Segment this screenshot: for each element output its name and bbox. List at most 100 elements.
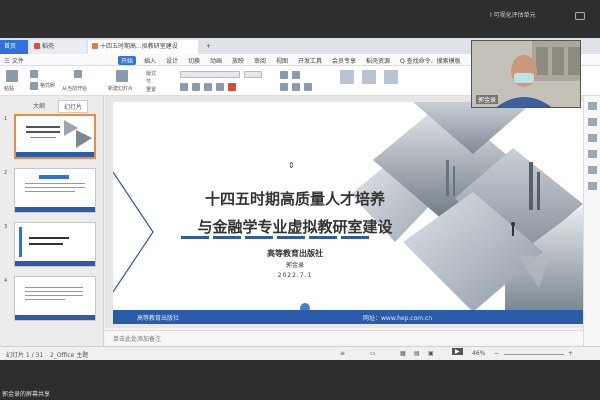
status-bar: 幻灯片 1 / 31 2_Office 主题 ≡ ▭ ▦ ▤ ▣ ▶ 46% −…: [0, 346, 600, 360]
tab-document[interactable]: 十四五时期高...拟教研室建设: [88, 40, 198, 54]
normal-view-icon[interactable]: ▦: [400, 350, 406, 357]
slide-thumbnail-2[interactable]: [14, 168, 96, 213]
slide-thumbnail-4[interactable]: [14, 276, 96, 321]
title-underline-segment: [245, 236, 273, 239]
slide-thumbnail-3[interactable]: [14, 222, 96, 267]
menu-docer-resources[interactable]: 稻壳资源: [366, 56, 390, 65]
slide-number: 1: [4, 116, 8, 122]
italic-icon[interactable]: [192, 83, 200, 91]
slide-3-preview: [15, 227, 95, 266]
tab-slides[interactable]: 幻灯片: [58, 100, 89, 113]
underline-icon[interactable]: [204, 83, 212, 91]
menu-design[interactable]: 设计: [166, 56, 178, 65]
font-color-icon[interactable]: [228, 83, 236, 91]
layout-button[interactable]: 版式: [146, 70, 156, 77]
current-slide[interactable]: ⇕ 十四五时期高质量人才培养 与金融学专业虚拟教研室建设 高等教育出版社 郭金录…: [113, 102, 583, 324]
slide-1-preview: [16, 116, 94, 157]
arrange-icon[interactable]: [362, 70, 376, 84]
docer-icon: [34, 43, 40, 49]
menu-view[interactable]: 视图: [276, 56, 288, 65]
properties-icon[interactable]: [588, 102, 597, 110]
new-slide-label[interactable]: 新建幻灯片: [108, 85, 133, 92]
title-underline-segment: [341, 236, 369, 239]
new-tab-button[interactable]: +: [202, 40, 215, 54]
menu-slideshow[interactable]: 放映: [232, 56, 244, 65]
slide-publisher[interactable]: 高等教育出版社: [175, 248, 415, 259]
slide-2-preview: [15, 175, 95, 212]
tab-docer[interactable]: 稻壳: [30, 40, 86, 54]
backup-icon[interactable]: [588, 182, 597, 190]
strikethrough-icon[interactable]: [216, 83, 224, 91]
numbering-icon[interactable]: [292, 71, 300, 79]
right-sidebar: [583, 96, 600, 346]
slide-date[interactable]: 2022.7.1: [175, 272, 415, 279]
shapes-icon[interactable]: [340, 70, 354, 84]
search-commands-input[interactable]: Q 查找命令、搜索模板: [400, 56, 461, 65]
theme-name: 2_Office 主题: [50, 352, 89, 359]
slide-title-line2[interactable]: 与金融学专业虚拟教研室建设: [175, 216, 415, 237]
bullets-icon[interactable]: [280, 71, 288, 79]
notes-toggle-icon[interactable]: ≡: [340, 350, 345, 357]
participant-video[interactable]: 郭金录: [471, 40, 581, 108]
slide-number: 2: [4, 170, 8, 176]
meeting-bottom-bar: 郭金录的屏幕共享: [0, 360, 600, 400]
tab-outline[interactable]: 大纲: [28, 100, 50, 111]
align-left-icon[interactable]: [280, 83, 288, 91]
zoom-slider[interactable]: [504, 354, 564, 355]
menu-animations[interactable]: 动画: [210, 56, 222, 65]
tab-home[interactable]: 首页: [0, 40, 28, 54]
sorter-view-icon[interactable]: ▤: [414, 350, 420, 357]
align-right-icon[interactable]: [304, 83, 312, 91]
zoom-out-icon[interactable]: −: [494, 350, 499, 357]
font-name-select[interactable]: [180, 71, 240, 78]
title-underline-segment: [181, 236, 209, 239]
tab-document-label: 十四五时期高...拟教研室建设: [100, 43, 178, 50]
play-from-current-icon[interactable]: [74, 70, 82, 78]
paste-icon[interactable]: [6, 70, 18, 82]
menu-insert[interactable]: 插入: [144, 56, 156, 65]
notes-area[interactable]: 单击此处添加备注: [105, 330, 583, 344]
menu-review[interactable]: 审阅: [254, 56, 266, 65]
align-center-icon[interactable]: [292, 83, 300, 91]
bold-icon[interactable]: [180, 83, 188, 91]
slide-footer-right: 网址：www.hep.com.cn: [363, 315, 433, 322]
zoom-level[interactable]: 46%: [472, 350, 485, 357]
menu-file[interactable]: 三 文件: [4, 56, 24, 65]
textbox-icon[interactable]: [384, 70, 398, 84]
comment-icon[interactable]: ▭: [370, 350, 376, 357]
reset-button[interactable]: 重置: [146, 86, 156, 93]
notes-placeholder: 单击此处添加备注: [113, 336, 162, 343]
title-underline-segment: [277, 236, 305, 239]
selection-pane-icon[interactable]: [588, 166, 597, 174]
animation-pane-icon[interactable]: [588, 118, 597, 126]
slide-author[interactable]: 郭金录: [175, 260, 415, 269]
meeting-title: I 可视化评估单元: [490, 12, 536, 19]
format-brush-label[interactable]: 格式刷: [40, 82, 55, 89]
font-size-select[interactable]: [244, 71, 262, 78]
fullscreen-icon[interactable]: [575, 12, 585, 20]
cut-icon[interactable]: [30, 70, 38, 78]
transition-pane-icon[interactable]: [588, 134, 597, 142]
from-current-label[interactable]: 从当前开始: [62, 85, 87, 92]
new-slide-icon[interactable]: [116, 70, 128, 82]
play-slideshow-icon[interactable]: ▶: [452, 348, 463, 355]
title-underline-segment: [213, 236, 241, 239]
menu-home[interactable]: 开始: [118, 56, 137, 65]
paste-label: 粘贴: [4, 86, 15, 92]
style-pane-icon[interactable]: [588, 150, 597, 158]
slide-title-line1[interactable]: 十四五时期高质量人才培养: [175, 188, 415, 209]
slide-number: 4: [4, 278, 8, 284]
menu-transitions[interactable]: 切换: [188, 56, 200, 65]
slide-thumbnail-1[interactable]: [14, 114, 96, 159]
copy-icon[interactable]: [30, 82, 38, 90]
title-underline-segment: [309, 236, 337, 239]
reading-view-icon[interactable]: ▣: [428, 350, 434, 357]
menu-developer[interactable]: 开发工具: [298, 56, 322, 65]
slide-panel: 大纲 幻灯片 1 2 3 4: [0, 96, 104, 346]
slide-number: 3: [4, 224, 8, 230]
section-button[interactable]: 节: [146, 78, 151, 85]
screen-share-status: 郭金录的屏幕共享: [2, 391, 51, 398]
menu-member[interactable]: 会员专享: [332, 56, 356, 65]
tab-docer-label: 稻壳: [42, 43, 55, 50]
zoom-in-icon[interactable]: +: [568, 350, 573, 357]
